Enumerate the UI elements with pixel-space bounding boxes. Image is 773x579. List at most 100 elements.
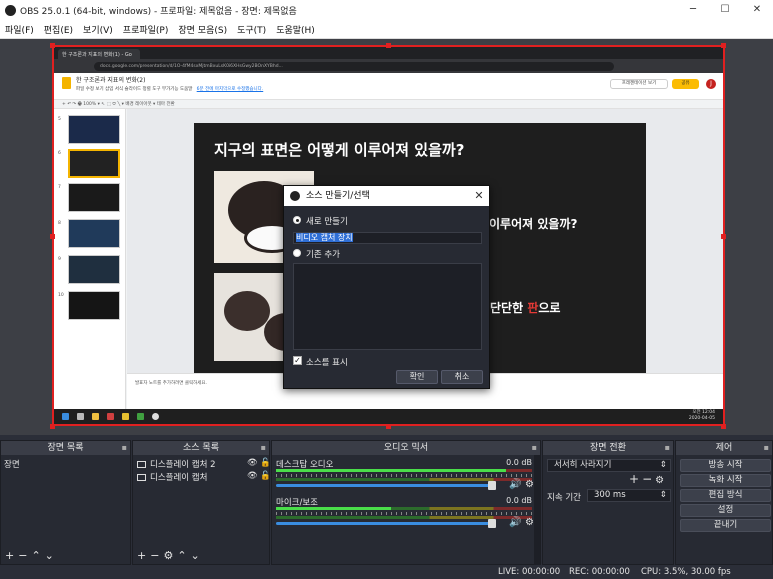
menu-view[interactable]: 보기(V) <box>78 23 118 36</box>
source-item[interactable]: 디스플레이 캡처 👁 🔓 <box>135 471 271 484</box>
slide-thumbnail <box>68 183 120 212</box>
existing-sources-list[interactable] <box>293 263 482 350</box>
volume-slider[interactable] <box>276 484 492 487</box>
meter-ticks <box>276 512 532 515</box>
slide-number: 8 <box>58 221 61 226</box>
volume-slider[interactable] <box>276 522 492 525</box>
up-icon[interactable]: ⌃ <box>31 549 44 562</box>
start-recording-button[interactable]: 녹화 시작 <box>680 474 771 487</box>
gear-icon[interactable]: ⚙ <box>163 549 177 562</box>
clock-date: 2020-04-05 <box>688 416 715 421</box>
cookie-piece-shape <box>224 291 270 331</box>
remove-icon[interactable]: − <box>642 472 655 486</box>
eye-icon[interactable]: 👁 <box>247 471 258 481</box>
menu-profile[interactable]: 프로파일(P) <box>118 23 174 36</box>
down-icon[interactable]: ⌄ <box>191 549 204 562</box>
volume-meter-level <box>276 469 507 472</box>
dock-float-icon[interactable]: ▪ <box>764 441 769 455</box>
remove-icon[interactable]: − <box>18 549 31 562</box>
controls-title: 제어 <box>715 443 733 453</box>
resize-handle[interactable] <box>721 43 726 48</box>
browser-tab: 한 구조론과 지표의 변화(1) - Go <box>58 49 140 59</box>
start-streaming-button[interactable]: 방송 시작 <box>680 459 771 472</box>
sources-header: 소스 목록 ▪ <box>133 441 269 455</box>
dock-float-icon[interactable]: ▪ <box>122 441 127 455</box>
source-name-text: 비디오 캡처 장치 <box>296 233 353 242</box>
menu-bar: 파일(F) 편집(E) 보기(V) 프로파일(P) 장면 모음(S) 도구(T)… <box>0 20 773 39</box>
lock-icon[interactable]: 🔓 <box>260 471 271 481</box>
slide-thumbnail <box>68 291 120 320</box>
speaker-icon[interactable]: 🔊 <box>509 517 521 528</box>
add-icon[interactable]: + <box>629 472 642 486</box>
gear-icon[interactable]: ⚙ <box>525 517 534 528</box>
maximize-icon[interactable]: ☐ <box>709 0 741 20</box>
transition-controls: +−⚙ <box>629 472 667 486</box>
lock-icon[interactable]: 🔓 <box>260 458 271 468</box>
show-source-checkbox[interactable]: ✓ <box>293 356 302 365</box>
add-icon[interactable]: + <box>137 549 150 562</box>
studio-mode-button[interactable]: 편집 방식 <box>680 489 771 502</box>
minimize-icon[interactable]: ─ <box>677 0 709 20</box>
radio-new[interactable] <box>293 216 301 224</box>
avatar: J <box>706 79 716 89</box>
eye-icon[interactable]: 👁 <box>247 458 258 468</box>
mixer-scrollbar[interactable] <box>534 455 540 565</box>
menu-edit[interactable]: 편집(E) <box>39 23 78 36</box>
share-button: 공유 <box>672 79 699 89</box>
source-name-input[interactable]: 비디오 캡처 장치 <box>293 232 482 244</box>
app-icon <box>122 413 129 420</box>
duration-input[interactable]: 300 ms ⇕ <box>587 489 671 502</box>
resize-handle[interactable] <box>721 234 726 239</box>
slide-text-highlight: 단단한 판으로 <box>490 299 560 316</box>
slide-number: 7 <box>58 185 61 190</box>
radio-existing[interactable] <box>293 249 301 257</box>
close-icon[interactable]: ✕ <box>470 186 488 206</box>
app-icon <box>107 413 114 420</box>
remove-icon[interactable]: − <box>150 549 163 562</box>
resize-handle[interactable] <box>50 43 55 48</box>
exit-button[interactable]: 끝내기 <box>680 519 771 532</box>
scene-item[interactable]: 장면 <box>4 458 132 471</box>
slide-text-part: 단단한 <box>490 301 528 315</box>
dock-float-icon[interactable]: ▪ <box>261 441 266 455</box>
ok-button[interactable]: 확인 <box>396 370 438 384</box>
gear-icon[interactable]: ⚙ <box>655 475 667 486</box>
dialog-title: 소스 만들기/선택 <box>284 186 489 206</box>
dock-float-icon[interactable]: ▪ <box>532 441 537 455</box>
resize-handle[interactable] <box>50 234 55 239</box>
resize-handle[interactable] <box>50 424 55 429</box>
menu-scene-collection[interactable]: 장면 모음(S) <box>173 23 232 36</box>
gear-icon[interactable]: ⚙ <box>525 479 534 490</box>
scenes-header: 장면 목록 ▪ <box>1 441 130 455</box>
dock-float-icon[interactable]: ▪ <box>665 441 670 455</box>
volume-meter-level <box>276 507 392 510</box>
transitions-title: 장면 전환 <box>590 443 626 453</box>
speaker-icon[interactable]: 🔊 <box>509 479 521 490</box>
up-icon[interactable]: ⌃ <box>177 549 190 562</box>
resize-handle[interactable] <box>721 424 726 429</box>
volume-slider-knob[interactable] <box>488 519 496 528</box>
rec-status: REC: 00:00:00 <box>569 567 630 577</box>
spinner-icon: ⇕ <box>659 490 667 500</box>
slide-thumbnail <box>68 115 120 144</box>
mixer-header: 오디오 믹서 ▪ <box>272 441 540 455</box>
windows-start-icon <box>62 413 69 420</box>
resize-handle[interactable] <box>386 424 391 429</box>
source-item[interactable]: 디스플레이 캡처 2 👁 🔓 <box>135 458 271 471</box>
doc-title: 한 구조론과 지표의 변화(2) <box>76 77 146 84</box>
transition-select[interactable]: 서서히 사라지기 ⇕ <box>547 459 671 472</box>
source-controls: +−⚙⌃⌄ <box>137 549 204 562</box>
menu-help[interactable]: 도움말(H) <box>271 23 320 36</box>
volume-slider-knob[interactable] <box>488 481 496 490</box>
add-icon[interactable]: + <box>5 549 18 562</box>
settings-button[interactable]: 설정 <box>680 504 771 517</box>
slide-number: 10 <box>58 293 64 298</box>
cancel-button[interactable]: 취소 <box>441 370 483 384</box>
resize-handle[interactable] <box>386 43 391 48</box>
menu-tools[interactable]: 도구(T) <box>232 23 271 36</box>
menu-file[interactable]: 파일(F) <box>0 23 39 36</box>
slide-thumbnail-selected <box>68 149 120 178</box>
close-icon[interactable]: ✕ <box>741 0 773 20</box>
down-icon[interactable]: ⌄ <box>45 549 58 562</box>
channel-controls: 🔊 ⚙ <box>509 479 534 490</box>
